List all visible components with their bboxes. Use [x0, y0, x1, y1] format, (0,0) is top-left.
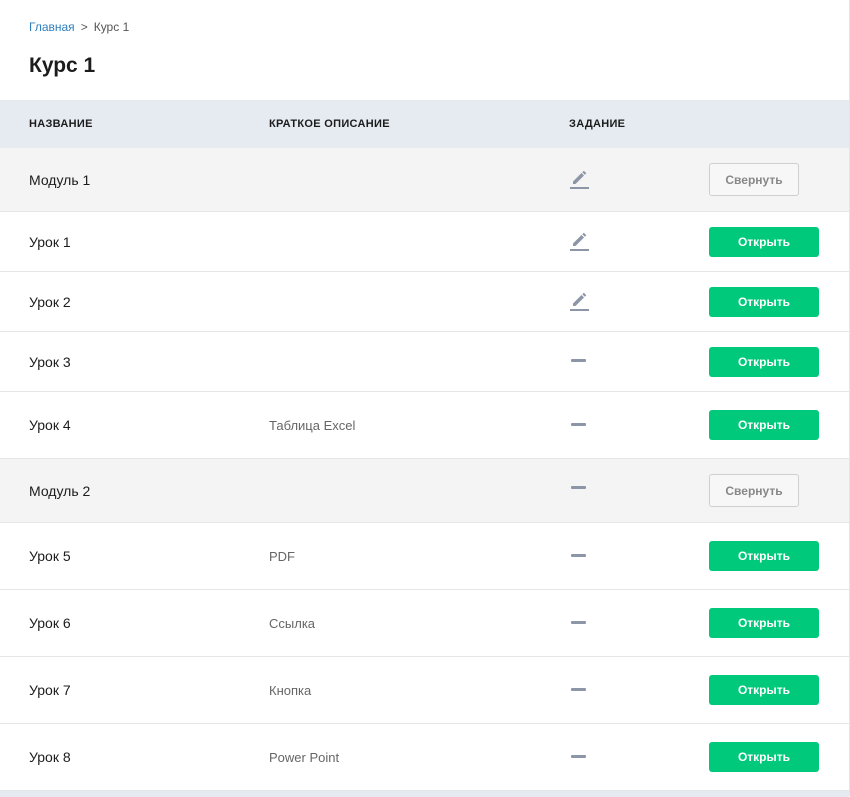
lesson-name: Урок 8: [29, 749, 71, 765]
table-row: Урок 5 PDF Открыть: [0, 523, 849, 590]
lesson-name: Урок 3: [29, 353, 71, 370]
dash-icon: [571, 553, 586, 557]
breadcrumb-separator: >: [80, 20, 88, 34]
action-cell: Открыть: [709, 742, 849, 772]
open-button[interactable]: Открыть: [709, 226, 819, 257]
action-cell: Открыть: [709, 226, 849, 257]
open-button[interactable]: Открыть: [709, 742, 819, 772]
table-row: Урок 2 Открыть: [0, 272, 849, 332]
pencil-icon[interactable]: [569, 169, 589, 191]
table-row: Урок 8 Power Point Открыть: [0, 724, 849, 791]
header-name: НАЗВАНИЕ: [29, 118, 93, 130]
header-description: КРАТКОЕ ОПИСАНИЕ: [269, 118, 390, 130]
dash-icon: [571, 620, 586, 624]
module-name: Модуль 1: [29, 171, 91, 188]
lesson-name: Урок 6: [29, 615, 71, 631]
collapse-button[interactable]: Свернуть: [709, 163, 799, 196]
table-header: НАЗВАНИЕ КРАТКОЕ ОПИСАНИЕ ЗАДАНИЕ: [0, 100, 849, 148]
action-cell: Открыть: [709, 286, 849, 317]
open-button[interactable]: Открыть: [709, 675, 819, 705]
breadcrumb-current: Курс 1: [93, 20, 130, 34]
task-cell: [569, 359, 709, 362]
dash-icon: [571, 754, 586, 758]
task-cell: [569, 553, 709, 557]
lesson-description: Кнопка: [269, 682, 312, 698]
task-cell: [569, 754, 709, 758]
module-name: Модуль 2: [29, 482, 91, 499]
lesson-name: Урок 2: [29, 293, 71, 310]
table-row: Урок 7 Кнопка Открыть: [0, 657, 849, 724]
open-button[interactable]: Открыть: [709, 346, 819, 377]
task-cell: [569, 291, 709, 313]
collapse-button[interactable]: Свернуть: [709, 474, 799, 507]
task-cell: [569, 422, 709, 426]
lesson-name: Урок 1: [29, 233, 71, 250]
table-row: Урок 6 Ссылка Открыть: [0, 590, 849, 657]
open-button[interactable]: Открыть: [709, 410, 819, 440]
table-row: Урок 3 Открыть: [0, 332, 849, 392]
dash-icon: [571, 422, 586, 426]
breadcrumb: Главная > Курс 1: [29, 20, 129, 34]
task-cell: [569, 169, 709, 191]
course-table: НАЗВАНИЕ КРАТКОЕ ОПИСАНИЕ ЗАДАНИЕ Модуль…: [0, 100, 849, 797]
dash-icon: [571, 486, 586, 489]
task-cell: [569, 231, 709, 253]
pencil-icon[interactable]: [569, 291, 589, 313]
module-row: Модуль 1 Свернуть: [0, 148, 849, 212]
table-body: Модуль 1 Свернуть Урок 1 Открыть Урок 2 Откры…: [0, 148, 849, 791]
module-row: Модуль 2 Свернуть: [0, 459, 849, 523]
task-cell: [569, 620, 709, 624]
action-cell: Открыть: [709, 608, 849, 638]
task-cell: [569, 687, 709, 691]
lesson-name: Урок 4: [29, 417, 71, 433]
action-cell: Открыть: [709, 410, 849, 440]
lesson-description: Power Point: [269, 749, 340, 765]
lesson-description: PDF: [269, 548, 295, 564]
lesson-name: Урок 5: [29, 548, 71, 564]
page-title: Курс 1: [29, 54, 96, 77]
action-cell: Свернуть: [709, 163, 849, 196]
action-cell: Открыть: [709, 675, 849, 705]
open-button[interactable]: Открыть: [709, 608, 819, 638]
header-task: ЗАДАНИЕ: [569, 118, 626, 130]
breadcrumb-home-link[interactable]: Главная: [29, 20, 75, 34]
action-cell: Открыть: [709, 541, 849, 571]
dash-icon: [571, 687, 586, 691]
table-footer-strip: [0, 791, 849, 797]
pencil-icon[interactable]: [569, 231, 589, 253]
lesson-description: Таблица Excel: [269, 417, 356, 433]
open-button[interactable]: Открыть: [709, 286, 819, 317]
open-button[interactable]: Открыть: [709, 541, 819, 571]
action-cell: Открыть: [709, 346, 849, 377]
lesson-name: Урок 7: [29, 682, 71, 698]
table-row: Урок 1 Открыть: [0, 212, 849, 272]
dash-icon: [571, 359, 586, 362]
action-cell: Свернуть: [709, 474, 849, 507]
lesson-description: Ссылка: [269, 615, 316, 631]
table-row: Урок 4 Таблица Excel Открыть: [0, 392, 849, 459]
